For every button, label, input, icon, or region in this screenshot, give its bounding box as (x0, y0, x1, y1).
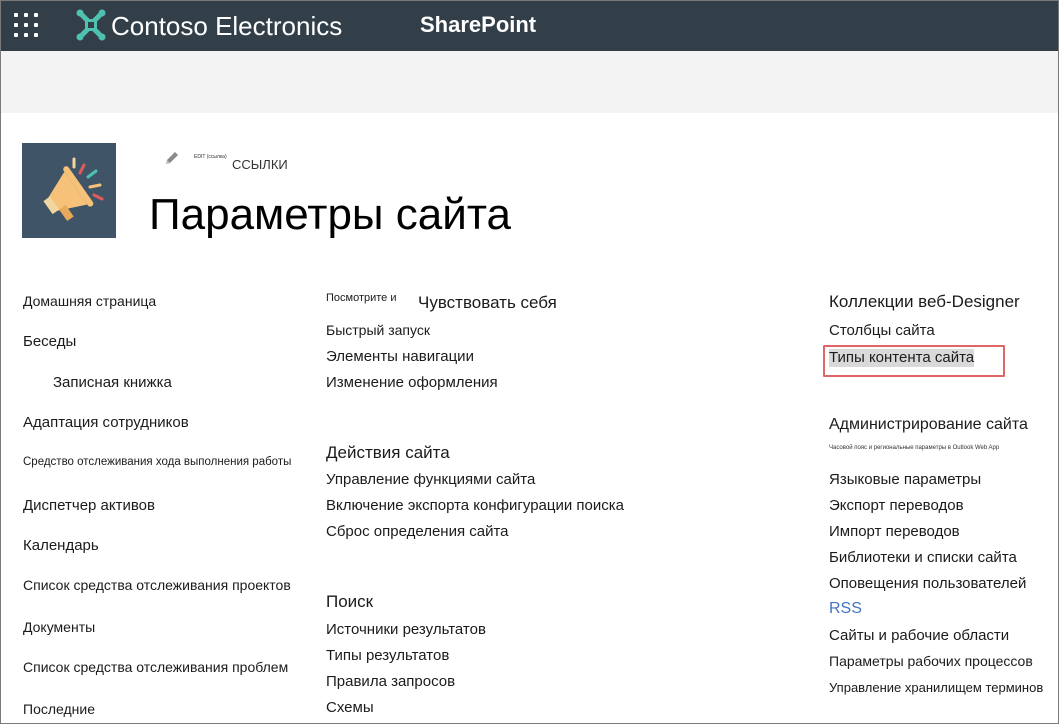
suite-bar: Contoso Electronics SharePoint (1, 1, 1058, 51)
edit-links-icon[interactable] (163, 151, 181, 167)
link-navigation-elements[interactable]: Элементы навигации (326, 348, 474, 366)
look-feel-heading-prefix: Посмотрите и (326, 292, 397, 304)
edit-links-label[interactable]: EDIT (ссылка) (194, 154, 227, 160)
nav-link-conversations[interactable]: Беседы (23, 333, 76, 351)
command-bar (1, 51, 1058, 113)
link-regional-settings[interactable]: Часовой пояс и региональные параметры в … (829, 445, 999, 452)
page-title: Параметры сайта (149, 190, 511, 239)
link-sites-workspaces[interactable]: Сайты и рабочие области (829, 627, 1009, 645)
nav-link-documents[interactable]: Документы (23, 619, 95, 636)
look-feel-heading: Чувствовать себя (418, 293, 557, 312)
link-enable-search-config-export[interactable]: Включение экспорта конфигурации поиска (326, 497, 624, 515)
site-logo-icon[interactable] (22, 143, 116, 238)
nav-link-project-tracker-list[interactable]: Список средства отслеживания проектов (23, 577, 291, 594)
link-quick-launch[interactable]: Быстрый запуск (326, 322, 430, 339)
link-term-store-management[interactable]: Управление хранилищем терминов (829, 680, 1043, 696)
app-launcher-icon[interactable] (14, 13, 40, 39)
nav-link-issue-tracker-list[interactable]: Список средства отслеживания проблем (23, 659, 288, 676)
link-user-alerts[interactable]: Оповещения пользователей (829, 575, 1026, 593)
link-site-libraries-lists[interactable]: Библиотеки и списки сайта (829, 549, 1017, 567)
link-result-types[interactable]: Типы результатов (326, 647, 449, 665)
site-administration-heading: Администрирование сайта (829, 416, 1028, 433)
link-language-settings[interactable]: Языковые параметры (829, 471, 981, 489)
brand-name[interactable]: Contoso Electronics (111, 11, 342, 42)
contoso-logo-icon[interactable] (74, 7, 108, 43)
search-heading: Поиск (326, 592, 374, 611)
link-manage-site-features[interactable]: Управление функциями сайта (326, 471, 535, 489)
app-name[interactable]: SharePoint (420, 12, 536, 38)
highlight-box (823, 345, 1005, 377)
site-actions-heading: Действия сайта (326, 443, 450, 462)
nav-link-calendar[interactable]: Календарь (23, 537, 99, 555)
nav-link-work-progress-tracker[interactable]: Средство отслеживания хода выполнения ра… (23, 456, 291, 470)
nav-link-recent[interactable]: Последние (23, 701, 95, 718)
link-workflow-settings[interactable]: Параметры рабочих процессов (829, 653, 1033, 670)
nav-link-asset-manager[interactable]: Диспетчер активов (23, 497, 155, 515)
link-rss[interactable]: RSS (829, 599, 862, 618)
link-result-sources[interactable]: Источники результатов (326, 621, 486, 639)
links-label[interactable]: ССЫЛКИ (232, 157, 288, 172)
web-designer-galleries-heading: Коллекции веб-Designer (829, 292, 1020, 311)
link-export-translations[interactable]: Экспорт переводов (829, 497, 964, 515)
link-site-columns[interactable]: Столбцы сайта (829, 322, 935, 340)
page-frame: Contoso Electronics SharePoint EDIT (ссы… (0, 0, 1059, 724)
nav-link-onboarding[interactable]: Адаптация сотрудников (23, 414, 189, 432)
nav-link-home[interactable]: Домашняя страница (23, 293, 156, 310)
link-query-rules[interactable]: Правила запросов (326, 673, 455, 691)
link-reset-site-definition[interactable]: Сброс определения сайта (326, 523, 509, 541)
link-import-translations[interactable]: Импорт переводов (829, 523, 960, 541)
nav-link-notebook[interactable]: Записная книжка (53, 374, 172, 392)
link-change-look[interactable]: Изменение оформления (326, 374, 498, 392)
link-schema[interactable]: Схемы (326, 699, 374, 717)
